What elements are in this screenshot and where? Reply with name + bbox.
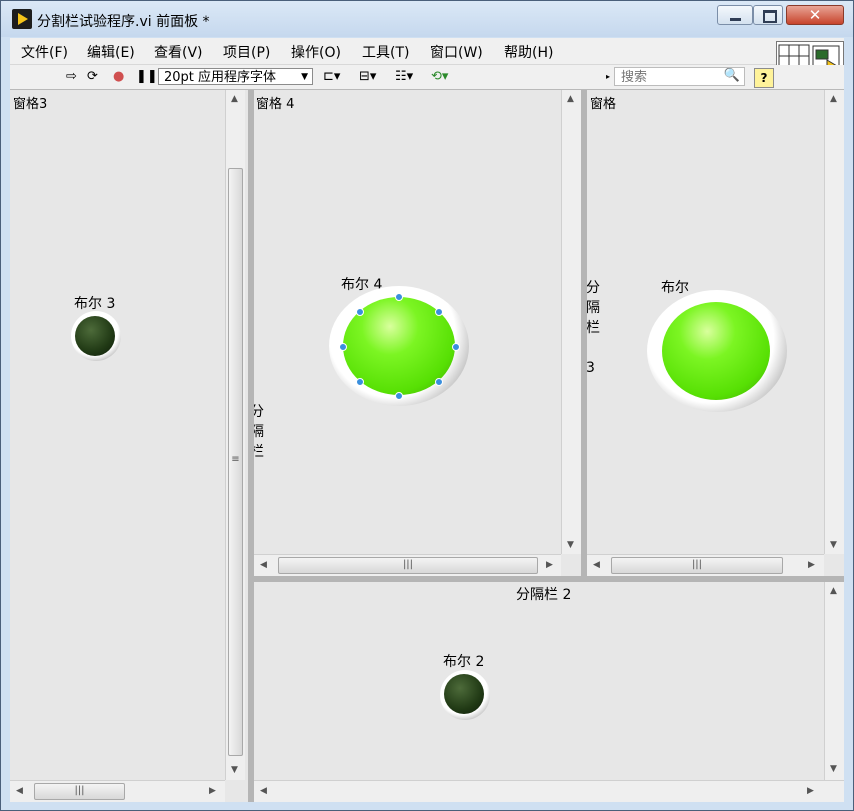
pane-right: 窗格 分 隔 栏 3 布尔 ▲ ▼ ◀ ||| ▶ (587, 90, 844, 576)
context-help-button[interactable]: ? (754, 68, 774, 88)
splitter-3-label: 分 隔 栏 3 (587, 278, 600, 378)
front-panel: 窗格3 布尔 3 ▲ ≡ ▼ ◀ ||| ▶ 窗格 4 布尔 4 分 隔 栏 ▲… (10, 90, 844, 802)
splitter-label-char: 隔 (254, 424, 264, 440)
labview-window: 分割栏试验程序.vi 前面板 * ✕ 文件(F) 编辑(E) 查看(V) 项目(… (0, 0, 854, 811)
pause-icon[interactable]: ❚❚ (136, 69, 158, 85)
scroll-up-icon[interactable]: ▲ (830, 94, 837, 104)
pane-2: 分隔栏 2 布尔 2 ▲ ▼ ◀ ▶ (254, 582, 844, 802)
vertical-scrollbar[interactable]: ▲ ▼ (561, 90, 581, 554)
horizontal-scrollbar[interactable]: ◀ ||| ▶ (10, 780, 225, 802)
boolean-right-led[interactable] (662, 302, 770, 400)
labview-app-icon (12, 9, 32, 29)
selection-handle[interactable] (356, 378, 364, 386)
distribute-objects-icon[interactable]: ⊟▾ (359, 69, 376, 85)
menu-tools[interactable]: 工具(T) (362, 42, 409, 62)
scroll-up-icon[interactable]: ▲ (830, 586, 837, 596)
pane-4: 窗格 4 布尔 4 分 隔 栏 ▲ ▼ ◀ ||| ▶ (254, 90, 581, 576)
grip-icon: ||| (74, 785, 85, 796)
boolean-3-led[interactable] (75, 316, 115, 356)
pane-3: 窗格3 布尔 3 ▲ ≡ ▼ ◀ ||| ▶ (10, 90, 248, 802)
boolean-2-led[interactable] (444, 674, 484, 714)
vertical-scrollbar[interactable]: ▲ ▼ (824, 582, 844, 780)
scrollbar-thumb[interactable]: ||| (611, 557, 783, 574)
menu-view[interactable]: 查看(V) (154, 42, 203, 62)
splitter-2-label: 分隔栏 2 (516, 587, 572, 603)
selection-handle[interactable] (435, 308, 443, 316)
selection-handle[interactable] (435, 378, 443, 386)
pane-label: 窗格3 (13, 97, 48, 112)
splitter-label-char: 栏 (587, 320, 600, 336)
menu-operate[interactable]: 操作(O) (291, 42, 341, 62)
search-icon[interactable]: 🔍 (724, 68, 740, 83)
scroll-right-icon[interactable]: ▶ (808, 560, 815, 570)
led-label: 布尔 3 (74, 296, 116, 312)
run-arrow-icon[interactable]: ⇨ (66, 69, 77, 85)
scroll-up-icon[interactable]: ▲ (567, 94, 574, 104)
scrollbar-thumb[interactable]: ||| (278, 557, 538, 574)
selection-handle[interactable] (395, 293, 403, 301)
splitter-label-char: 3 (587, 360, 595, 376)
search-input[interactable] (619, 69, 723, 86)
toolbar: ⇨ ⟳ ● ❚❚ 20pt 应用程序字体 ▼ ⊏▾ ⊟▾ ☷▾ ⟲▾ ▸ 🔍 ? (10, 65, 844, 90)
scrollbar-thumb[interactable]: ≡ (228, 168, 243, 756)
scroll-left-icon[interactable]: ◀ (16, 786, 23, 796)
scroll-left-icon[interactable]: ◀ (593, 560, 600, 570)
grip-icon: ≡ (231, 454, 240, 465)
led-label: 布尔 2 (443, 654, 485, 670)
maximize-button[interactable] (753, 5, 783, 25)
selection-handle[interactable] (339, 343, 347, 351)
menu-project[interactable]: 项目(P) (223, 42, 270, 62)
scroll-left-icon[interactable]: ◀ (260, 786, 267, 796)
resize-objects-icon[interactable]: ☷▾ (395, 69, 413, 85)
scroll-down-icon[interactable]: ▼ (231, 765, 238, 775)
vertical-scrollbar[interactable]: ▲ ▼ (824, 90, 844, 554)
toolbar-expand-icon[interactable]: ▸ (606, 69, 610, 85)
splitter-label-char (587, 338, 600, 358)
horizontal-scrollbar[interactable]: ◀ ▶ (254, 780, 844, 802)
splitter-label-char: 分 (254, 404, 264, 420)
menu-help[interactable]: 帮助(H) (504, 42, 553, 62)
search-box[interactable]: 🔍 (614, 67, 745, 86)
minimize-button[interactable] (717, 5, 753, 25)
scroll-down-icon[interactable]: ▼ (830, 764, 837, 774)
title-bar: 分割栏试验程序.vi 前面板 * ✕ (1, 1, 853, 37)
font-select-value: 20pt 应用程序字体 (164, 70, 277, 85)
splitter-1-label: 分 隔 栏 (254, 402, 264, 462)
window-title: 分割栏试验程序.vi 前面板 * (37, 14, 210, 30)
horizontal-scrollbar[interactable]: ◀ ||| ▶ (587, 554, 824, 576)
scroll-right-icon[interactable]: ▶ (807, 786, 814, 796)
selection-handle[interactable] (452, 343, 460, 351)
scroll-right-icon[interactable]: ▶ (209, 786, 216, 796)
selection-handle[interactable] (356, 308, 364, 316)
splitter-label-char: 隔 (587, 300, 600, 316)
run-continuously-icon[interactable]: ⟳ (87, 69, 98, 85)
scroll-left-icon[interactable]: ◀ (260, 560, 267, 570)
horizontal-scrollbar[interactable]: ◀ ||| ▶ (254, 554, 561, 576)
splitter-label-char: 栏 (254, 444, 264, 460)
led-label: 布尔 (661, 280, 689, 296)
abort-icon[interactable]: ● (113, 69, 124, 85)
menu-file[interactable]: 文件(F) (21, 42, 68, 62)
grip-icon: ||| (691, 559, 703, 570)
menu-window[interactable]: 窗口(W) (430, 42, 483, 62)
close-icon: ✕ (808, 6, 822, 24)
menu-bar: 文件(F) 编辑(E) 查看(V) 项目(P) 操作(O) 工具(T) 窗口(W… (10, 38, 844, 65)
scroll-down-icon[interactable]: ▼ (830, 540, 837, 550)
scroll-up-icon[interactable]: ▲ (231, 94, 238, 104)
grip-icon: ||| (402, 559, 414, 570)
vertical-scrollbar[interactable]: ▲ ≡ ▼ (225, 90, 245, 780)
splitter-label-char: 分 (587, 280, 600, 296)
pane-label: 窗格 4 (256, 97, 295, 112)
reorder-icon[interactable]: ⟲▾ (431, 69, 448, 85)
close-button[interactable]: ✕ (786, 5, 844, 25)
scroll-down-icon[interactable]: ▼ (567, 540, 574, 550)
scrollbar-thumb[interactable]: ||| (34, 783, 125, 800)
pane-label: 窗格 (590, 97, 617, 112)
scroll-right-icon[interactable]: ▶ (546, 560, 553, 570)
align-objects-icon[interactable]: ⊏▾ (323, 69, 340, 85)
font-select[interactable]: 20pt 应用程序字体 ▼ (158, 68, 313, 85)
dropdown-arrow-icon: ▼ (301, 72, 308, 82)
selection-handle[interactable] (395, 392, 403, 400)
menu-edit[interactable]: 编辑(E) (87, 42, 135, 62)
